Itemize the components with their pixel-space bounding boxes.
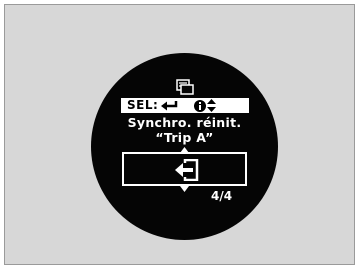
menu-screen-icon: [176, 79, 194, 95]
enter-return-icon: [161, 101, 178, 111]
message-line-2: “Trip A”: [155, 130, 214, 145]
instrument-panel-frame: SEL: Synchro. réinit. “Trip A” 4/4: [4, 4, 355, 265]
select-label: SEL:: [127, 98, 159, 112]
selection-box[interactable]: [122, 152, 247, 186]
message-line-1: Synchro. réinit.: [127, 115, 242, 130]
exit-door-arrow-icon: [175, 159, 199, 181]
selection-help-bar: SEL:: [121, 98, 249, 113]
page-indicator: 4/4: [211, 189, 233, 203]
multi-information-display: SEL: Synchro. réinit. “Trip A” 4/4: [91, 53, 278, 240]
scroll-down-indicator-icon: [180, 186, 189, 192]
up-down-arrows-icon: [207, 99, 217, 112]
info-icon: [194, 99, 207, 112]
